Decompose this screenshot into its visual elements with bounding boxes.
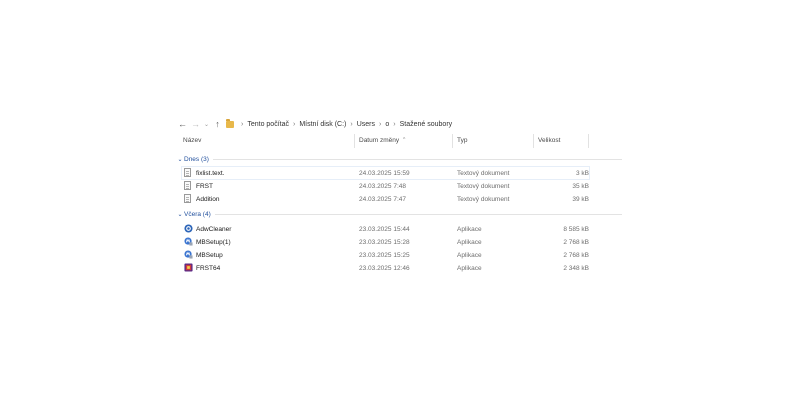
- chevron-down-icon[interactable]: ⌄: [176, 156, 184, 163]
- file-date: 24.03.2025 7:48: [359, 183, 406, 190]
- column-header-name[interactable]: Název: [183, 137, 201, 144]
- file-size: 35 kB: [572, 183, 589, 190]
- file-date: 24.03.2025 15:59: [359, 170, 410, 177]
- column-header-type[interactable]: Typ: [457, 137, 467, 144]
- file-row[interactable]: MBSetup 23.03.2025 15:25 Aplikace 2 768 …: [182, 249, 589, 261]
- group-header-yesterday[interactable]: ⌄ Včera (4): [176, 209, 622, 220]
- frst64-app-icon: [184, 263, 193, 273]
- group-header-today[interactable]: ⌄ Dnes (3): [176, 154, 622, 165]
- file-size: 2 768 kB: [563, 239, 589, 246]
- file-date: 23.03.2025 15:44: [359, 226, 410, 233]
- file-name: fixlist.text.: [196, 170, 225, 177]
- column-divider[interactable]: [452, 134, 453, 148]
- breadcrumb-local-disk[interactable]: Místní disk (C:): [299, 121, 346, 128]
- breadcrumb-downloads[interactable]: Stažené soubory: [400, 121, 453, 128]
- file-name: Addition: [196, 196, 220, 203]
- recent-locations-chevron-icon[interactable]: ⌄: [202, 117, 211, 131]
- file-type: Aplikace: [457, 252, 482, 259]
- file-date: 23.03.2025 15:25: [359, 252, 410, 259]
- column-divider[interactable]: [533, 134, 534, 148]
- file-size: 39 kB: [572, 196, 589, 203]
- file-row[interactable]: MBSetup(1) 23.03.2025 15:28 Aplikace 2 7…: [182, 236, 589, 248]
- file-name: MBSetup: [196, 252, 223, 259]
- file-type: Textový dokument: [457, 183, 510, 190]
- group-label: Včera (4): [184, 211, 211, 218]
- file-size: 2 348 kB: [563, 265, 589, 272]
- text-document-icon: [184, 194, 193, 204]
- file-type: Aplikace: [457, 226, 482, 233]
- file-type: Textový dokument: [457, 196, 510, 203]
- group-divider: [212, 159, 622, 160]
- breadcrumb-separator-icon[interactable]: ›: [350, 121, 352, 128]
- file-size: 3 kB: [575, 170, 589, 177]
- file-date: 23.03.2025 15:28: [359, 239, 410, 246]
- breadcrumb-user-folder[interactable]: o: [385, 121, 389, 128]
- column-header-size[interactable]: Velikost: [538, 137, 560, 144]
- malwarebytes-setup-icon: [184, 237, 193, 247]
- file-row[interactable]: AdwCleaner 23.03.2025 15:44 Aplikace 8 5…: [182, 223, 589, 235]
- file-type: Aplikace: [457, 239, 482, 246]
- file-date: 23.03.2025 12:46: [359, 265, 410, 272]
- adwcleaner-app-icon: [184, 224, 193, 234]
- file-type: Textový dokument: [457, 170, 510, 177]
- file-name: FRST64: [196, 265, 221, 272]
- text-document-icon: [184, 181, 193, 191]
- sort-caret-icon: ^: [403, 137, 406, 143]
- file-name: MBSetup(1): [196, 239, 231, 246]
- group-label: Dnes (3): [184, 156, 209, 163]
- malwarebytes-setup-icon: [184, 250, 193, 260]
- file-name: AdwCleaner: [196, 226, 232, 233]
- file-explorer: ← → ⌄ ↑ › Tento počítač › Místní disk (C…: [176, 112, 622, 282]
- column-divider[interactable]: [354, 134, 355, 148]
- column-header-row: Název ^ Datum změny Typ Velikost: [176, 134, 622, 148]
- back-arrow-icon[interactable]: ←: [176, 117, 189, 131]
- chevron-down-icon[interactable]: ⌄: [176, 211, 184, 218]
- address-bar: ← → ⌄ ↑ › Tento počítač › Místní disk (C…: [176, 116, 622, 132]
- file-row[interactable]: FRST 24.03.2025 7:48 Textový dokument 35…: [182, 180, 589, 192]
- file-name: FRST: [196, 183, 213, 190]
- breadcrumb-separator-icon[interactable]: ›: [293, 121, 295, 128]
- column-divider[interactable]: [588, 134, 589, 148]
- text-document-icon: [184, 168, 193, 178]
- breadcrumb-this-pc[interactable]: Tento počítač: [247, 121, 289, 128]
- up-arrow-icon[interactable]: ↑: [211, 117, 224, 131]
- breadcrumb: Tento počítač › Místní disk (C:) › Users…: [247, 121, 452, 128]
- group-divider: [214, 214, 622, 215]
- file-size: 2 768 kB: [563, 252, 589, 259]
- file-date: 24.03.2025 7:47: [359, 196, 406, 203]
- file-row[interactable]: FRST64 23.03.2025 12:46 Aplikace 2 348 k…: [182, 262, 589, 274]
- forward-arrow-icon[interactable]: →: [189, 117, 202, 131]
- column-header-date[interactable]: Datum změny: [359, 137, 399, 144]
- folder-icon: [226, 119, 234, 128]
- file-size: 8 585 kB: [563, 226, 589, 233]
- breadcrumb-users[interactable]: Users: [357, 121, 375, 128]
- file-row[interactable]: Addition 24.03.2025 7:47 Textový dokumen…: [182, 193, 589, 205]
- breadcrumb-separator-icon[interactable]: ›: [393, 121, 395, 128]
- breadcrumb-separator-icon: ›: [241, 120, 244, 128]
- file-type: Aplikace: [457, 265, 482, 272]
- file-row[interactable]: fixlist.text. 24.03.2025 15:59 Textový d…: [181, 166, 590, 180]
- breadcrumb-separator-icon[interactable]: ›: [379, 121, 381, 128]
